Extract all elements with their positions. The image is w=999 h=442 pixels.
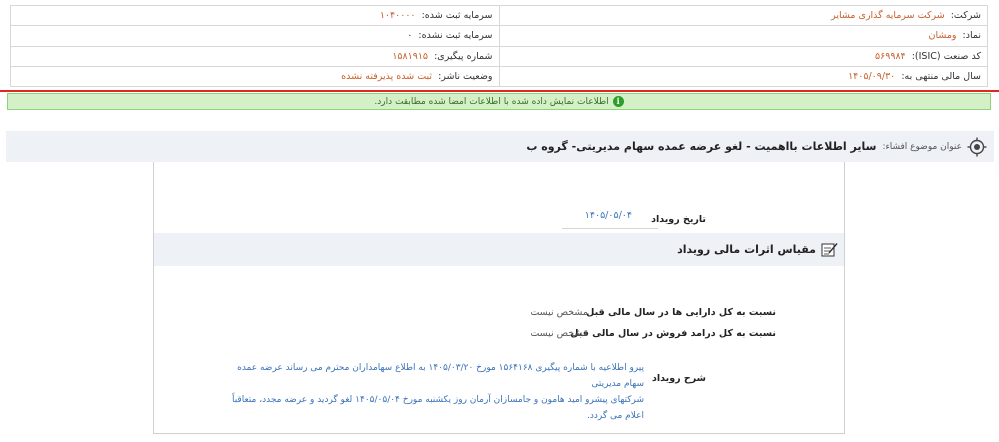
description-label: شرح رویداد: [652, 373, 706, 384]
company-value: شرکت سرمایه گذاری مشایر: [831, 10, 945, 22]
symbol-cell: نماد: ومشان: [498, 25, 988, 47]
publisher-status-cell: وضعیت ناشر: ثبت شده پذیرفته نشده: [10, 65, 500, 88]
verification-notice: i اطلاعات نمایش داده شده با اطلاعات امضا…: [7, 93, 991, 110]
financial-effects-header: مقیاس اثرات مالی رویداد: [154, 233, 844, 266]
event-date-value: ۱۴۰۵/۰۵/۰۴: [584, 210, 632, 221]
company-info-table: شرکت: شرکت سرمایه گذاری مشایر سرمایه ثبت…: [10, 4, 988, 88]
info-icon: i: [612, 96, 624, 107]
isic-value: ۵۶۹۹۸۴: [875, 50, 906, 62]
event-date-underline: [562, 228, 658, 229]
event-date-label: تاریخ رویداد: [651, 214, 706, 225]
tracking-label: شماره پیگیری:: [434, 50, 493, 62]
subject-bar: عنوان موضوع افشاء: سایر اطلاعات بااهمیت …: [6, 131, 994, 162]
description-line-1: پیرو اطلاعیه با شماره پیگیری ۱۵۶۴۱۶۸ مور…: [237, 363, 644, 389]
assets-ratio-label: نسبت به کل دارایی ها در سال مالی قبل: [586, 307, 776, 318]
assets-ratio-value: مشخص نیست: [530, 307, 588, 318]
symbol-label: نماد:: [962, 30, 981, 42]
notice-text: اطلاعات نمایش داده شده با اطلاعات امضا ش…: [374, 96, 609, 107]
registered-capital-cell: سرمایه ثبت شده: ۱۰۴۰۰۰۰: [10, 4, 500, 27]
unregistered-capital-value: ۰: [407, 30, 413, 42]
edit-note-icon: [821, 243, 838, 257]
subject-label: عنوان موضوع افشاء:: [882, 141, 962, 152]
publisher-status-value: ثبت شده پذیرفته نشده: [341, 70, 433, 82]
fiscal-year-cell: سال مالی منتهی به: ۱۴۰۵/۰۹/۳۰: [498, 65, 988, 88]
red-divider: [0, 90, 999, 92]
company-cell: شرکت: شرکت سرمایه گذاری مشایر: [498, 4, 988, 27]
financial-effects-title: مقیاس اثرات مالی رویداد: [677, 243, 816, 256]
fiscal-year-label: سال مالی منتهی به:: [901, 70, 981, 82]
publisher-status-label: وضعیت ناشر:: [438, 70, 493, 82]
description-line-2: شرکتهای پیشرو امید هامون و جامسازان آرما…: [231, 395, 644, 421]
company-label: شرکت:: [950, 10, 981, 22]
subject-title: سایر اطلاعات بااهمیت - لغو عرضه عمده سها…: [526, 140, 877, 153]
unregistered-capital-label: سرمایه ثبت نشده:: [418, 30, 493, 42]
revenue-ratio-label: نسبت به کل درامد فروش در سال مالی قبل: [570, 328, 776, 339]
revenue-ratio-value: مشخص نیست: [530, 328, 588, 339]
tracking-value: ۱۵۸۱۹۱۵: [392, 50, 429, 62]
fiscal-year-value: ۱۴۰۵/۰۹/۳۰: [848, 70, 896, 82]
event-panel: تاریخ رویداد ۱۴۰۵/۰۵/۰۴ مقیاس اثرات مالی…: [153, 162, 845, 434]
registered-capital-label: سرمایه ثبت شده:: [421, 10, 493, 22]
symbol-value: ومشان: [928, 30, 957, 42]
target-icon: [967, 137, 987, 156]
tracking-cell: شماره پیگیری: ۱۵۸۱۹۱۵: [10, 45, 500, 67]
event-description: پیرو اطلاعیه با شماره پیگیری ۱۵۶۴۱۶۸ مور…: [224, 360, 644, 424]
isic-cell: کد صنعت (ISIC): ۵۶۹۹۸۴: [498, 45, 988, 67]
registered-capital-value: ۱۰۴۰۰۰۰: [379, 10, 416, 22]
unregistered-capital-cell: سرمایه ثبت نشده: ۰: [10, 25, 500, 47]
isic-label: کد صنعت (ISIC):: [911, 50, 981, 62]
